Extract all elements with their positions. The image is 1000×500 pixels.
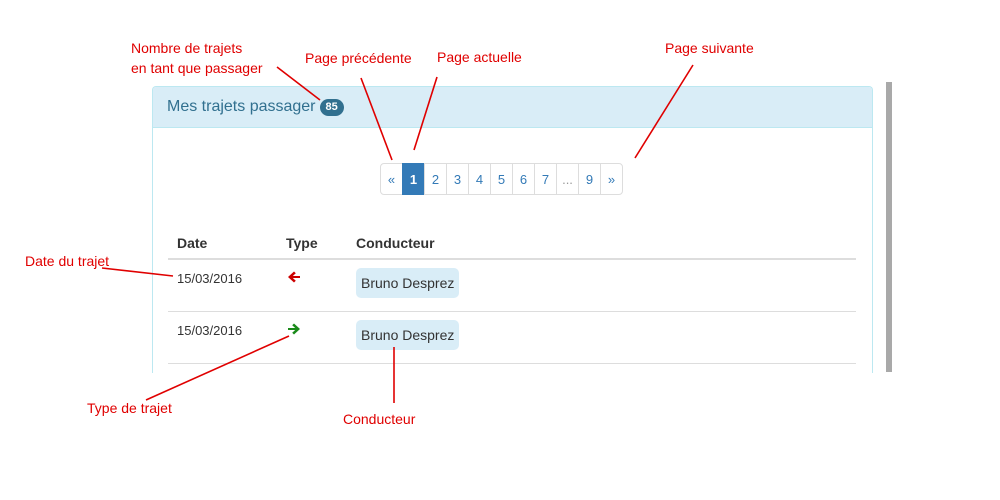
annotation-driver: Conducteur — [343, 411, 416, 427]
annotation-prev-page: Page précédente — [305, 50, 412, 66]
annotation-current-page: Page actuelle — [437, 49, 522, 65]
annotation-type: Type de trajet — [87, 400, 172, 416]
annotation-date: Date du trajet — [25, 253, 110, 269]
annotation-count: Nombre de trajets en tant que passager — [131, 40, 263, 76]
annotation-next-page: Page suivante — [665, 40, 754, 56]
